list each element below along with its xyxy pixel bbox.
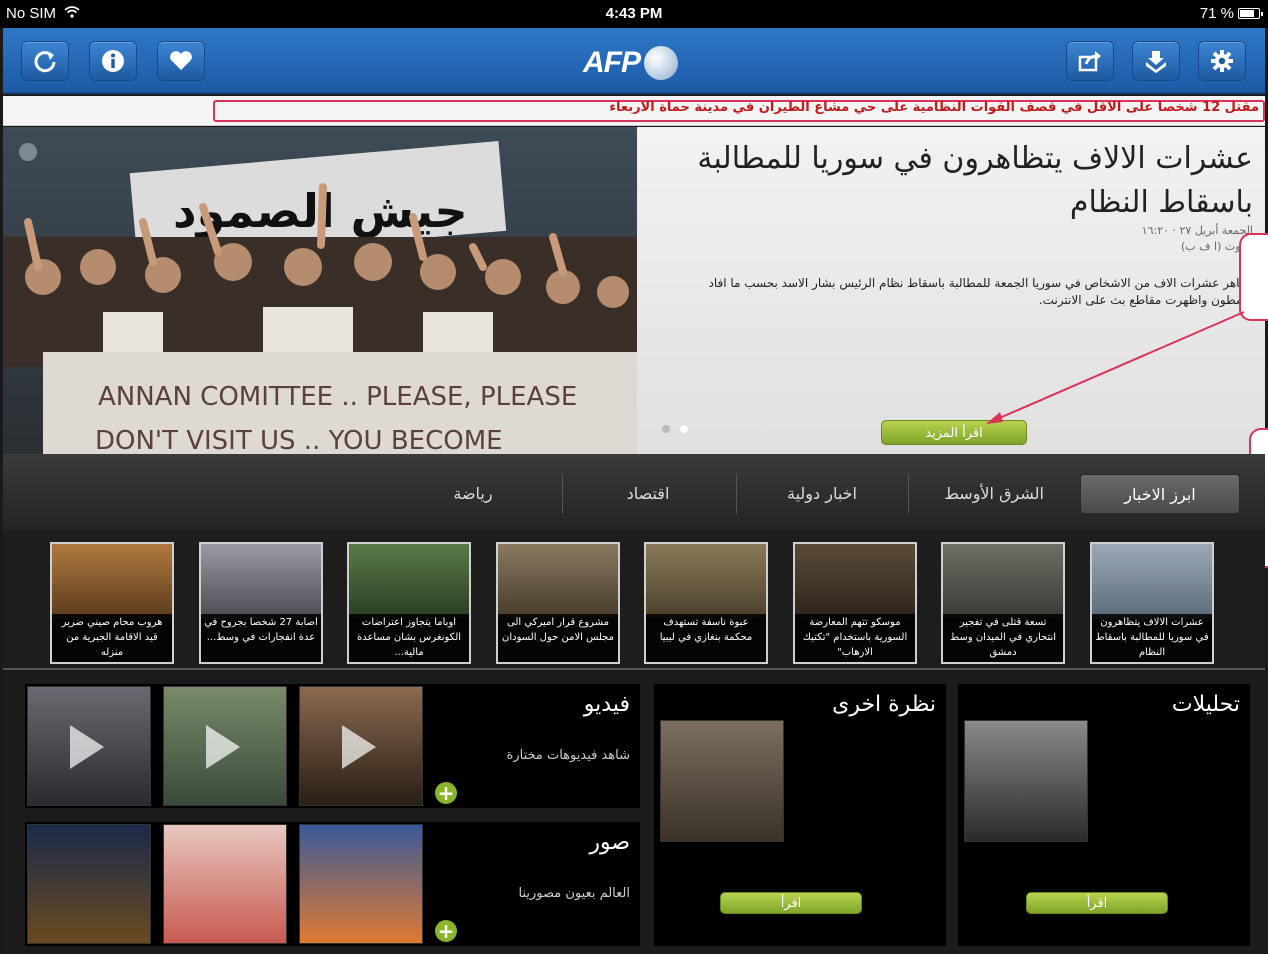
- download-icon: [1146, 51, 1166, 73]
- banner-english-line1: ANNAN COMITTEE .. PLEASE, PLEASE: [98, 382, 577, 412]
- thumbnail-card[interactable]: موسكو تتهم المعارضة السورية باستخدام "تك…: [793, 542, 917, 664]
- tab-economy[interactable]: اقتصاد: [568, 474, 728, 514]
- hero-text-panel: عشرات الالاف يتظاهرون في سوريا للمطالبة …: [637, 127, 1265, 454]
- refresh-icon: [34, 51, 56, 73]
- zoom-icon[interactable]: [19, 143, 37, 161]
- thumbnail-card[interactable]: مشروع قرار اميركي الى مجلس الامن حول الس…: [496, 542, 620, 664]
- thumbnail-caption: اصابة 27 شخصا بجروح في عدة انفجارات في و…: [201, 614, 321, 662]
- thumbnail-image: [498, 544, 618, 619]
- analysis-read-button[interactable]: اقرأ: [1026, 892, 1168, 914]
- thumbnail-card[interactable]: عشرات الالاف يتظاهرون في سوريا للمطالبة …: [1090, 542, 1214, 664]
- other-view-section[interactable]: نظرة اخرى اقرأ: [654, 684, 946, 946]
- photos-section[interactable]: صور العالم بعيون مصورينا +: [25, 822, 640, 946]
- thumbnail-card[interactable]: اوباما يتجاوز اعتراضات الكونغرس بشان مسا…: [347, 542, 471, 664]
- afp-ipad-app: No SIM 4:43 PM 71 % AFP مقتل 12 شخصا على…: [0, 0, 1268, 954]
- settings-button[interactable]: [1198, 41, 1246, 81]
- info-button[interactable]: [89, 41, 137, 81]
- status-right: 71 %: [1199, 5, 1263, 22]
- news-ticker[interactable]: مقتل 12 شخصا على الاقل في قصف القوات الن…: [3, 96, 1265, 126]
- carousel-dot-active[interactable]: [680, 425, 688, 433]
- battery-icon: [1238, 8, 1263, 19]
- tab-top-news[interactable]: ابرز الاخبار: [1080, 474, 1240, 514]
- bottom-sections: تحليلات اقرأ نظرة اخرى اقرأ فيديو شاهد ف…: [3, 672, 1265, 954]
- video-thumbnail[interactable]: [299, 686, 423, 806]
- thumbnail-image: [349, 544, 469, 619]
- thumbnail-image: [646, 544, 766, 619]
- share-button[interactable]: [1066, 41, 1114, 81]
- heart-icon: [170, 51, 192, 70]
- analysis-section[interactable]: تحليلات اقرأ: [958, 684, 1250, 946]
- thumbnail-card[interactable]: هروب محام صيني ضرير قيد الاقامة الجبرية …: [50, 542, 174, 664]
- gear-icon: [1211, 50, 1233, 72]
- status-bar: No SIM 4:43 PM 71 %: [0, 0, 1268, 28]
- play-icon: [206, 725, 240, 769]
- top-toolbar: AFP: [3, 28, 1265, 94]
- hero-body: تظاهر عشرات الاف من الاشخاص في سوريا الج…: [708, 276, 1254, 307]
- thumbnail-caption: هروب محام صيني ضرير قيد الاقامة الجبرية …: [52, 614, 172, 662]
- other-view-image[interactable]: [660, 720, 784, 842]
- photo-thumbnail[interactable]: [163, 824, 287, 944]
- category-tabs: ابرز الاخبار الشرق الأوسط اخبار دولية اق…: [3, 454, 1265, 530]
- thumbnail-image: [52, 544, 172, 619]
- photos-title: صور: [589, 830, 630, 855]
- thumbnail-card[interactable]: عبوة ناسفة تستهدف محكمة بنغازي في ليبيا: [644, 542, 768, 664]
- share-icon: [1078, 51, 1101, 72]
- thumbnail-caption: عشرات الالاف يتظاهرون في سوريا للمطالبة …: [1092, 614, 1212, 662]
- photos-subtitle: العالم بعيون مصورينا: [518, 886, 631, 901]
- refresh-button[interactable]: [21, 41, 69, 81]
- tab-world-news[interactable]: اخبار دولية: [742, 474, 902, 514]
- hero-title[interactable]: عشرات الالاف يتظاهرون في سوريا للمطالبة …: [653, 137, 1253, 225]
- carousel-dots[interactable]: [662, 425, 688, 433]
- analysis-image[interactable]: [964, 720, 1088, 842]
- annotation-callout-top: [1239, 233, 1268, 321]
- hero-source: بيروت (ا ف ب): [1180, 240, 1253, 253]
- hero-meta: الجمعة أبريل ٢٧ · ١٦:٢٠ بيروت (ا ف ب): [1142, 223, 1253, 255]
- thumbnail-image: [795, 544, 915, 619]
- analysis-title: تحليلات: [1171, 692, 1240, 717]
- video-thumbnail[interactable]: [27, 686, 151, 806]
- play-icon: [70, 725, 104, 769]
- thumbnail-caption: مشروع قرار اميركي الى مجلس الامن حول الس…: [498, 614, 618, 662]
- tab-sports[interactable]: رياضة: [393, 474, 553, 514]
- protest-photo-image: جيش الصمود ANNAN COMITTEE .. PLEASE, PLE…: [3, 127, 637, 454]
- video-subtitle: شاهد فيديوهات مختارة: [506, 748, 630, 763]
- video-section[interactable]: فيديو شاهد فيديوهات مختارة +: [25, 684, 640, 808]
- ticker-text[interactable]: مقتل 12 شخصا على الاقل في قصف القوات الن…: [609, 100, 1259, 115]
- carousel-dot[interactable]: [662, 425, 670, 433]
- thumbnail-image: [1092, 544, 1212, 619]
- photo-thumbnail[interactable]: [27, 824, 151, 944]
- hero-date: الجمعة أبريل ٢٧ · ١٦:٢٠: [1141, 224, 1253, 237]
- video-title: فيديو: [583, 692, 630, 717]
- globe-icon: [644, 46, 678, 80]
- other-view-title: نظرة اخرى: [832, 692, 936, 717]
- thumbnail-image: [201, 544, 321, 619]
- thumbnail-image: [943, 544, 1063, 619]
- logo-text: AFP: [583, 46, 641, 79]
- battery-label: 71 %: [1199, 5, 1234, 22]
- photos-more-icon[interactable]: +: [435, 920, 457, 942]
- tab-middle-east[interactable]: الشرق الأوسط: [914, 474, 1074, 514]
- photo-thumbnail[interactable]: [299, 824, 423, 944]
- clock: 4:43 PM: [605, 5, 663, 22]
- thumbnail-caption: تسعة قتلى في تفجير انتحاري في الميدان وس…: [943, 614, 1063, 662]
- play-icon: [342, 725, 376, 769]
- video-thumbnail[interactable]: [163, 686, 287, 806]
- download-button[interactable]: [1132, 41, 1180, 81]
- read-more-button[interactable]: اقرأ المزيد: [881, 420, 1027, 445]
- hero-story: جيش الصمود ANNAN COMITTEE .. PLEASE, PLE…: [3, 127, 1265, 454]
- other-view-read-button[interactable]: اقرأ: [720, 892, 862, 914]
- favorites-button[interactable]: [157, 41, 205, 81]
- banner-english-line2: DON'T VISIT US .. YOU BECOME: [95, 426, 503, 454]
- hero-photo[interactable]: جيش الصمود ANNAN COMITTEE .. PLEASE, PLE…: [3, 127, 637, 454]
- thumbnail-caption: اوباما يتجاوز اعتراضات الكونغرس بشان مسا…: [349, 614, 469, 662]
- thumbnail-caption: عبوة ناسفة تستهدف محكمة بنغازي في ليبيا: [646, 614, 766, 662]
- afp-logo: AFP: [583, 46, 678, 80]
- thumbnail-card[interactable]: اصابة 27 شخصا بجروح في عدة انفجارات في و…: [199, 542, 323, 664]
- video-more-icon[interactable]: +: [435, 782, 457, 804]
- headline-thumbnails: عشرات الالاف يتظاهرون في سوريا للمطالبة …: [3, 530, 1265, 670]
- info-icon: [102, 50, 124, 72]
- thumbnail-caption: موسكو تتهم المعارضة السورية باستخدام "تك…: [795, 614, 915, 662]
- thumbnail-card[interactable]: تسعة قتلى في تفجير انتحاري في الميدان وس…: [941, 542, 1065, 664]
